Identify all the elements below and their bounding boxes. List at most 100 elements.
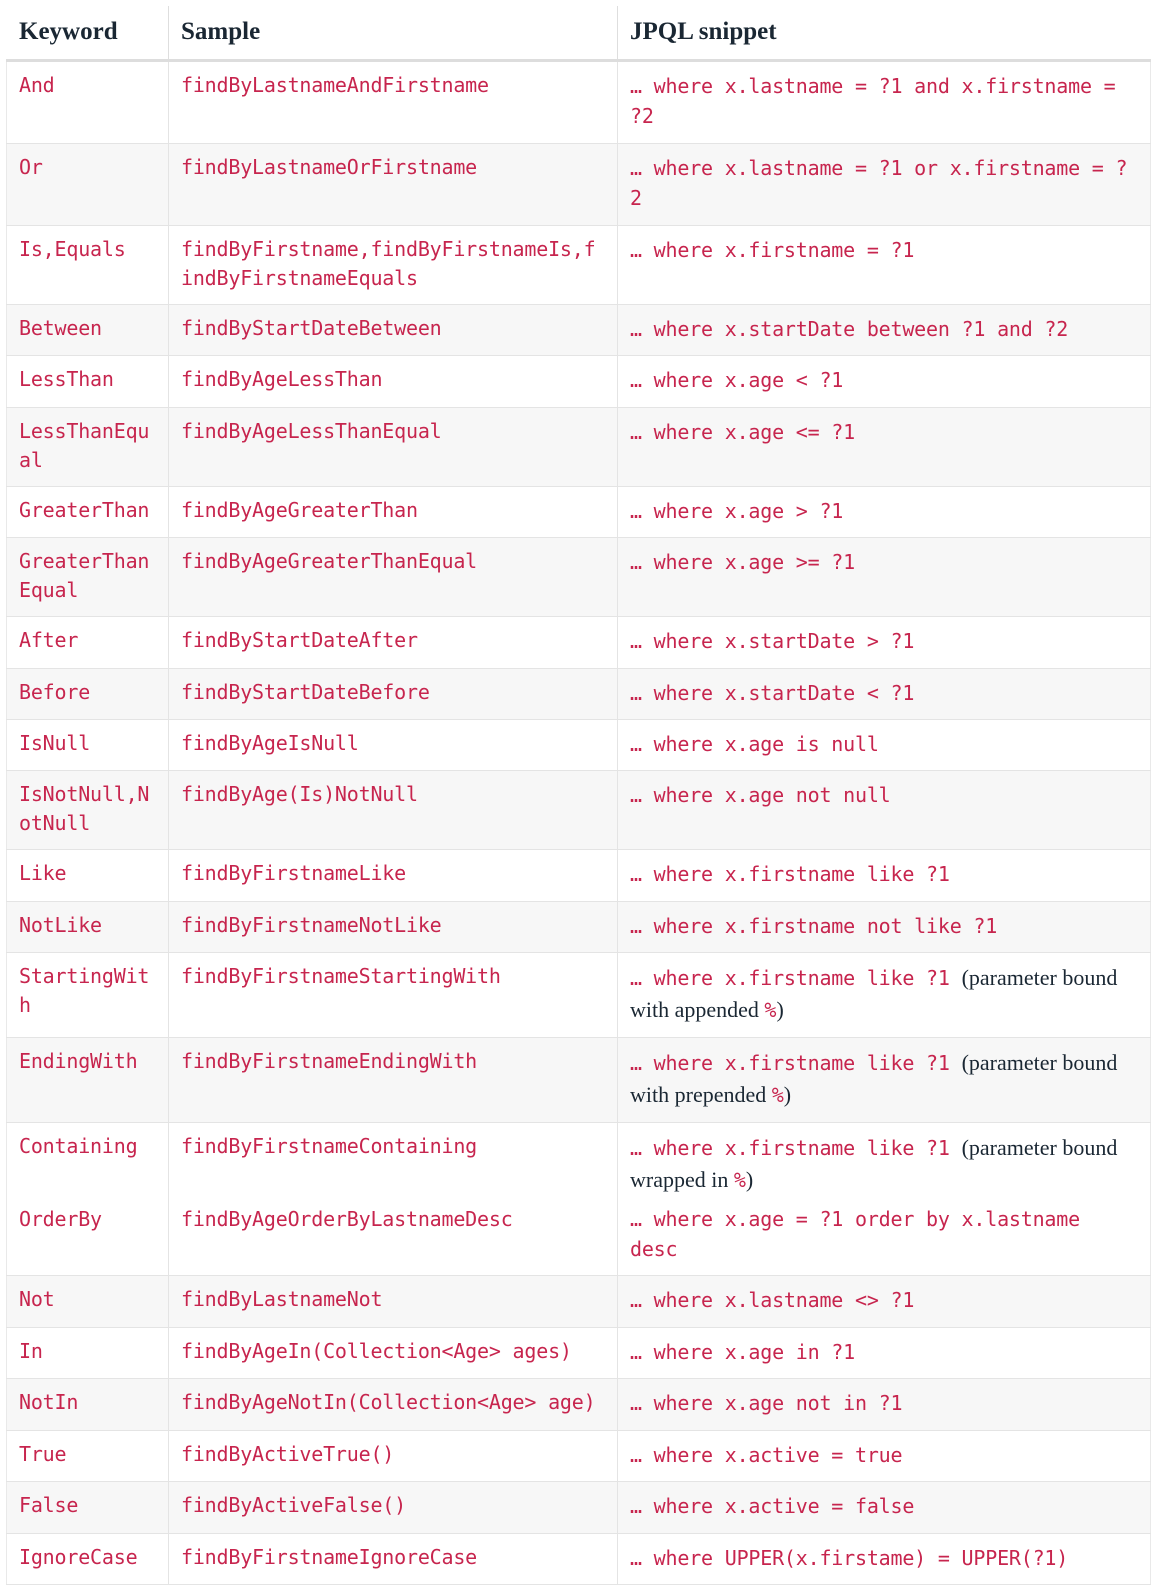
cell-sample: findByAgeNotIn(Collection<Age> age) [168, 1378, 618, 1431]
cell-sample: findByAge(Is)NotNull [168, 770, 618, 851]
cell-sample: findByAgeGreaterThan [168, 485, 618, 539]
percent-token: % [733, 1167, 746, 1192]
cell-jpql: … where x.startDate > ?1 [617, 616, 1151, 669]
cell-sample: findByFirstnameLike [168, 849, 618, 902]
table-row: StartingWith findByFirstnameStartingWith… [6, 952, 1151, 1039]
cell-jpql: … where x.firstname not like ?1 [617, 900, 1151, 954]
table-row-merged-containing-orderby: Containing OrderBy findByFirstnameContai… [6, 1121, 1151, 1277]
cell-sample: findByActiveFalse() [168, 1481, 618, 1534]
cell-keyword: NotLike [6, 900, 169, 954]
table-row: Like findByFirstnameLike … where x.first… [6, 849, 1151, 902]
cell-keyword: Before [6, 667, 169, 720]
jpql-orderby: … where x.age = ?1 order by x.lastname d… [630, 1206, 1080, 1262]
table-row: LessThan findByAgeLessThan … where x.age… [6, 355, 1151, 408]
cell-sample: findByStartDateBetween [168, 303, 618, 357]
column-header-keyword: Keyword [6, 6, 169, 62]
table-row: Before findByStartDateBefore … where x.s… [6, 667, 1151, 720]
table-row: NotLike findByFirstnameNotLike … where x… [6, 900, 1151, 954]
cell-jpql: … where x.firstname like ?1 (parameter b… [617, 1037, 1151, 1123]
table-row: In findByAgeIn(Collection<Age> ages) … w… [6, 1326, 1151, 1380]
cell-sample: findByAgeGreaterThanEqual [168, 537, 618, 618]
table-row: IsNull findByAgeIsNull … where x.age is … [6, 718, 1151, 772]
cell-sample: findByFirstnameStartingWith [168, 952, 618, 1039]
table-row: GreaterThan findByAgeGreaterThan … where… [6, 485, 1151, 539]
cell-jpql: … where x.lastname = ?1 or x.firstname =… [617, 142, 1151, 226]
cell-jpql: … where x.age not in ?1 [617, 1378, 1151, 1431]
cell-sample: findByFirstnameNotLike [168, 900, 618, 954]
cell-keyword: LessThan [6, 355, 169, 408]
cell-sample: findByAgeLessThanEqual [168, 406, 618, 487]
jpql-note-close: ) [783, 1081, 792, 1107]
cell-sample: findByAgeIn(Collection<Age> ages) [168, 1326, 618, 1380]
table-header-row: Keyword Sample JPQL snippet [6, 6, 1151, 62]
cell-keyword: GreaterThan [6, 485, 169, 539]
cell-jpql: … where x.active = false [617, 1481, 1151, 1534]
cell-jpql: … where x.age >= ?1 [617, 537, 1151, 618]
table-row: GreaterThanEqual findByAgeGreaterThanEqu… [6, 537, 1151, 618]
table-row: After findByStartDateAfter … where x.sta… [6, 616, 1151, 669]
cell-keyword: In [6, 1326, 169, 1380]
table-body: And findByLastnameAndFirstname … where x… [6, 60, 1151, 1585]
cell-keyword: Not [6, 1275, 169, 1328]
cell-jpql: … where x.lastname = ?1 and x.firstname … [617, 60, 1151, 144]
sample-containing: findByFirstnameContaining [181, 1133, 478, 1158]
table-header: Keyword Sample JPQL snippet [6, 6, 1151, 62]
jpql-note-close: ) [776, 997, 784, 1023]
cell-sample: findByStartDateBefore [168, 667, 618, 720]
cell-keyword: And [6, 60, 169, 144]
cell-sample: findByFirstnameEndingWith [168, 1037, 618, 1123]
jpql-containing: … where x.firstname like ?1 (parameter b… [630, 1134, 1118, 1192]
cell-sample: findByAgeLessThan [168, 355, 618, 408]
cell-keyword: NotIn [6, 1378, 169, 1431]
cell-sample: findByStartDateAfter [168, 616, 618, 669]
cell-jpql: … where x.active = true [617, 1429, 1151, 1483]
table-row: Between findByStartDateBetween … where x… [6, 303, 1151, 357]
cell-keyword: True [6, 1429, 169, 1483]
table-row: Is,Equals findByFirstname,findByFirstnam… [6, 224, 1151, 305]
cell-keyword: Like [6, 849, 169, 902]
cell-keyword: GreaterThanEqual [6, 537, 169, 618]
cell-keyword: Is,Equals [6, 224, 169, 305]
cell-sample: findByLastnameOrFirstname [168, 142, 618, 226]
jpql-note-close: ) [745, 1166, 754, 1192]
cell-sample: findByActiveTrue() [168, 1429, 618, 1483]
cell-jpql: … where x.firstname like ?1 [617, 849, 1151, 902]
table-row: EndingWith findByFirstnameEndingWith … w… [6, 1037, 1151, 1123]
cell-keyword: LessThanEqual [6, 406, 169, 487]
keyword-orderby: OrderBy [19, 1206, 102, 1231]
table-row: LessThanEqual findByAgeLessThanEqual … w… [6, 406, 1151, 487]
cell-keyword: False [6, 1481, 169, 1534]
table-row: True findByActiveTrue() … where x.active… [6, 1429, 1151, 1483]
cell-keyword: Between [6, 303, 169, 357]
table-row: Not findByLastnameNot … where x.lastname… [6, 1275, 1151, 1328]
cell-jpql: … where x.firstname like ?1 (parameter b… [617, 952, 1151, 1039]
cell-sample: findByLastnameNot [168, 1275, 618, 1328]
table-row: False findByActiveFalse() … where x.acti… [6, 1481, 1151, 1534]
cell-keyword: IsNull [6, 718, 169, 772]
cell-sample: findByLastnameAndFirstname [168, 60, 618, 144]
sample-orderby: findByAgeOrderByLastnameDesc [181, 1206, 513, 1231]
cell-jpql: … where x.lastname <> ?1 [617, 1275, 1151, 1328]
cell-jpql: … where x.firstname = ?1 [617, 224, 1151, 305]
cell-keyword: IgnoreCase [6, 1532, 169, 1585]
cell-jpql: … where x.age <= ?1 [617, 406, 1151, 487]
column-header-jpql-snippet: JPQL snippet [617, 6, 1151, 62]
cell-sample: findByFirstname,findByFirstnameIs,findBy… [168, 224, 618, 305]
cell-keyword: IsNotNull,NotNull [6, 770, 169, 851]
cell-jpql: … where x.startDate < ?1 [617, 667, 1151, 720]
cell-keyword: EndingWith [6, 1037, 169, 1123]
cell-jpql: … where x.age in ?1 [617, 1326, 1151, 1380]
keyword-containing: Containing [19, 1133, 138, 1158]
table-row: And findByLastnameAndFirstname … where x… [6, 60, 1151, 144]
table-row: Or findByLastnameOrFirstname … where x.l… [6, 142, 1151, 226]
percent-token: % [771, 1082, 784, 1107]
cell-sample: findByFirstnameIgnoreCase [168, 1532, 618, 1585]
percent-token: % [764, 998, 777, 1023]
cell-keyword: Or [6, 142, 169, 226]
cell-jpql: … where x.age not null [617, 770, 1151, 851]
cell-jpql: … where x.age > ?1 [617, 485, 1151, 539]
cell-jpql: … where x.age < ?1 [617, 355, 1151, 408]
